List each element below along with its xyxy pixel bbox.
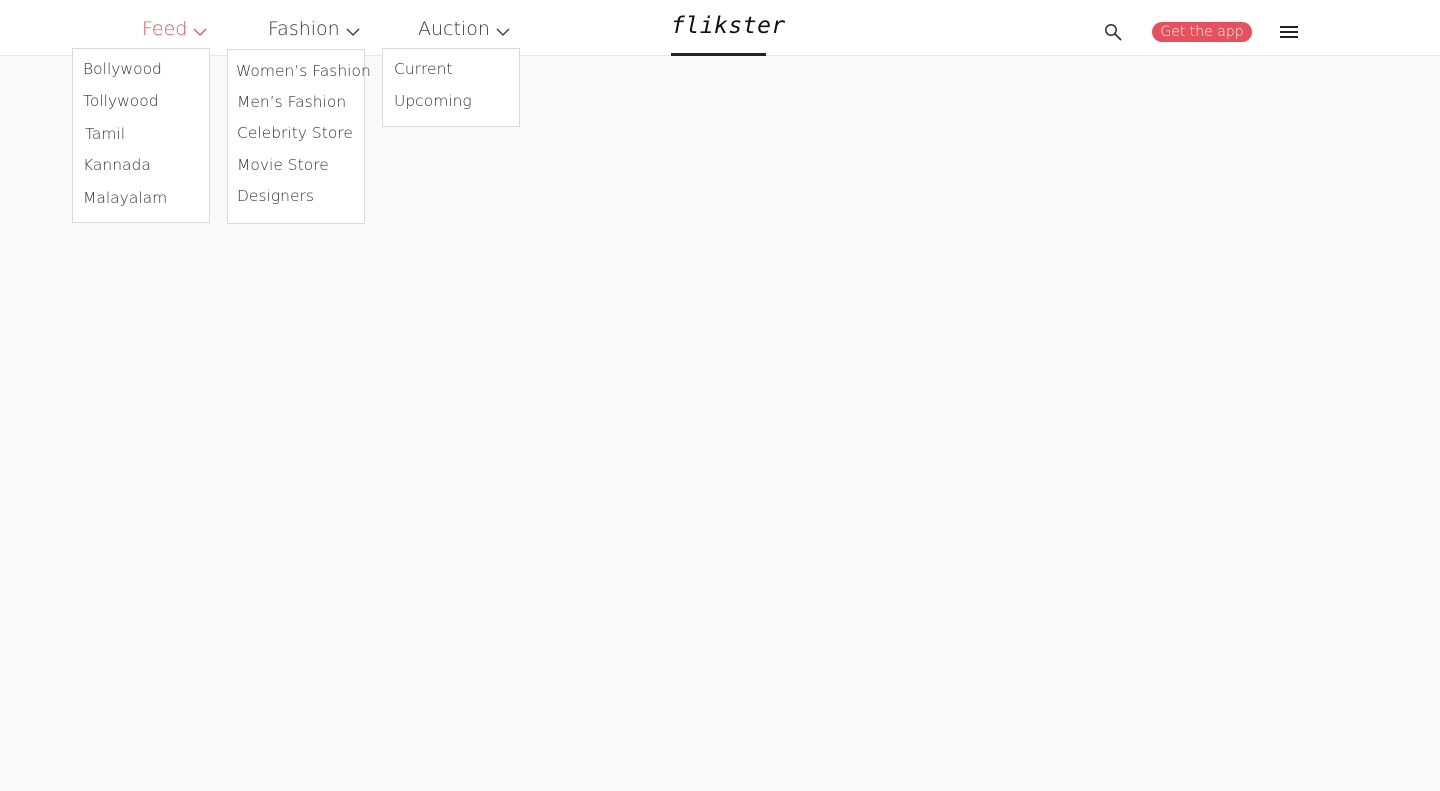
chevron-down-icon [496, 28, 510, 36]
dropdown-item-upcoming[interactable]: Upcoming [394, 91, 472, 111]
dropdown-item-celebrity-store[interactable]: Celebrity Store [237, 123, 353, 143]
dropdown-item-movie-store[interactable]: Movie Store [237, 155, 329, 175]
dropdown-item-current[interactable]: Current [394, 59, 453, 79]
chevron-down-icon [193, 28, 207, 36]
auction-dropdown-menu: Current Upcoming [382, 48, 520, 127]
dropdown-item-kannada[interactable]: Kannada [83, 155, 151, 175]
search-icon[interactable] [1104, 23, 1122, 41]
dropdown-item-mens-fashion[interactable]: Men’s Fashion [237, 92, 346, 112]
logo-text: flikster [671, 13, 786, 39]
fashion-dropdown-menu: Women’s Fashion Men’s Fashion Celebrity … [227, 49, 371, 224]
dropdown-item-bollywood[interactable]: Bollywood [83, 59, 162, 79]
nav-fashion-label: Fashion [268, 18, 340, 40]
flikster-logo[interactable]: flikster [671, 10, 785, 56]
feed-dropdown-menu: Bollywood Tollywood Tamil Kannada Malaya… [72, 48, 210, 223]
nav-fashion[interactable]: Fashion [268, 16, 360, 42]
top-navigation-bar: Feed Fashion Auction flikster Get the ap… [0, 0, 1440, 56]
nav-auction-label: Auction [418, 18, 490, 40]
nav-feed-label: Feed [142, 18, 188, 40]
dropdown-item-designers[interactable]: Designers [237, 186, 314, 206]
dropdown-item-tamil[interactable]: Tamil [85, 124, 125, 144]
hamburger-menu-icon[interactable] [1280, 26, 1298, 38]
dropdown-item-tollywood[interactable]: Tollywood [83, 91, 159, 111]
dropdown-item-womens-fashion[interactable]: Women’s Fashion [236, 61, 371, 81]
nav-auction[interactable]: Auction [418, 16, 510, 42]
chevron-down-icon [346, 28, 360, 36]
get-the-app-button[interactable]: Get the app [1152, 22, 1252, 42]
dropdown-item-malayalam[interactable]: Malayalam [83, 188, 167, 208]
nav-feed[interactable]: Feed [142, 16, 207, 42]
